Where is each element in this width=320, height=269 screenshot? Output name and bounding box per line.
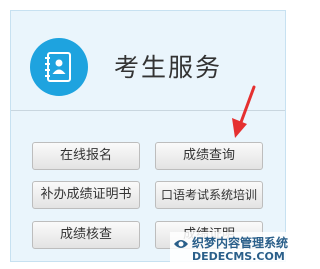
contact-book-icon <box>30 38 88 96</box>
oral-exam-training-button[interactable]: 口语考试系统培训 <box>155 181 263 209</box>
watermark-text-en: DEDECMS.COM <box>192 250 285 263</box>
panel-header: 考生服务 <box>11 11 285 111</box>
dedecms-logo-icon <box>174 240 188 248</box>
score-verification-button[interactable]: 成绩核查 <box>32 221 140 249</box>
panel-title: 考生服务 <box>114 53 223 82</box>
divider <box>11 110 285 111</box>
watermark: 织梦内容管理系统 DEDECMS.COM <box>170 232 292 268</box>
student-services-panel: 考生服务 在线报名 成绩查询 补办成绩证明书 口语考试系统培训 成绩核查 成绩证… <box>10 10 286 262</box>
online-registration-button[interactable]: 在线报名 <box>32 142 140 170</box>
watermark-text-cn: 织梦内容管理系统 <box>192 236 289 250</box>
reissue-certificate-button[interactable]: 补办成绩证明书 <box>32 181 140 209</box>
score-query-button[interactable]: 成绩查询 <box>155 142 263 170</box>
